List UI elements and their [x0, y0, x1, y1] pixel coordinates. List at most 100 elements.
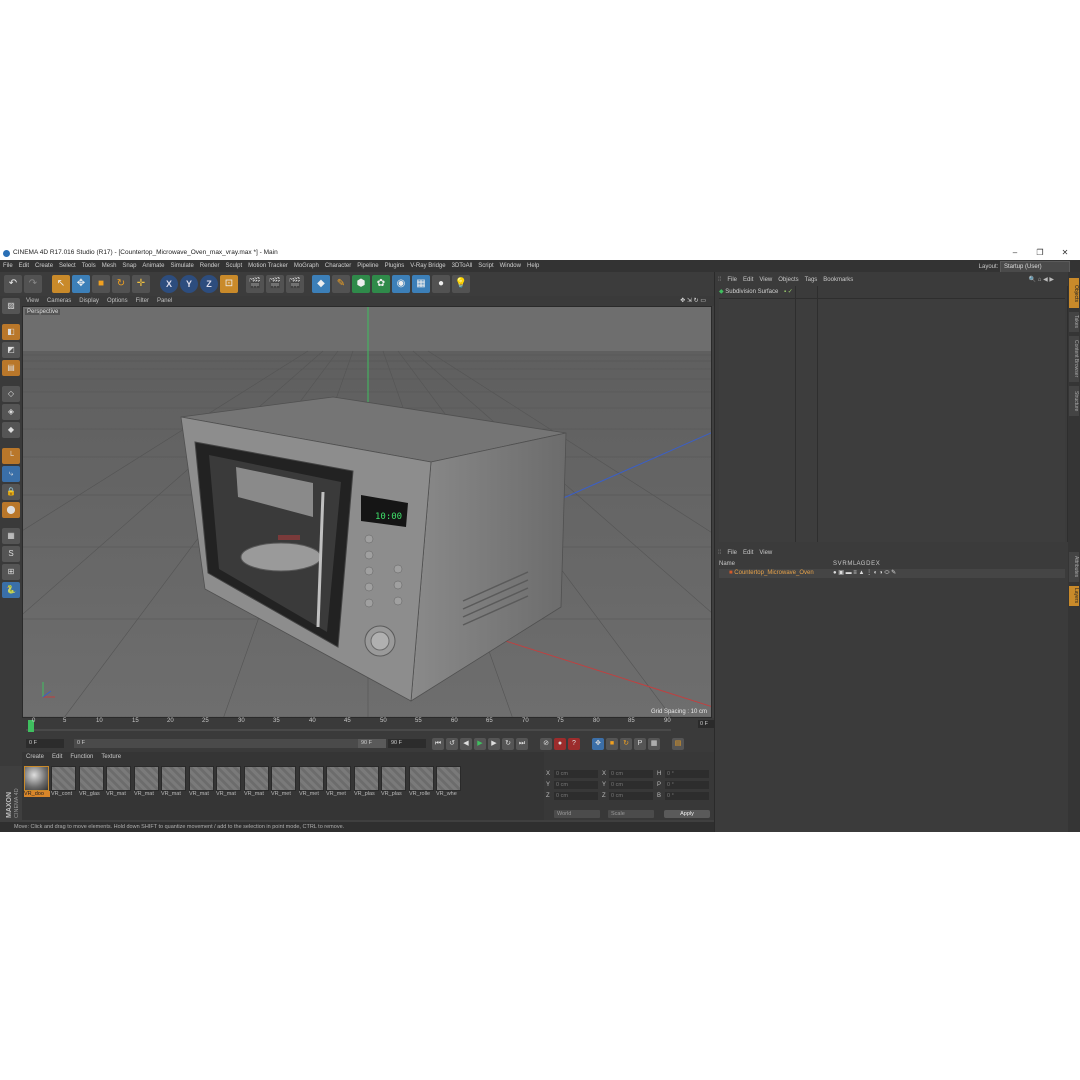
- object-row-subdivision-surface[interactable]: ◆ Subdivision Surface ▪ ✓: [719, 288, 1065, 297]
- om-menu-objects[interactable]: Objects: [775, 275, 801, 285]
- floor-icon[interactable]: ▦: [412, 275, 430, 293]
- om-menu-tags[interactable]: Tags: [802, 275, 821, 285]
- material-swatch[interactable]: VR_mat: [244, 766, 269, 800]
- texture-mode-icon[interactable]: ◩: [2, 342, 20, 358]
- menu-help[interactable]: Help: [524, 260, 542, 272]
- size-y-field[interactable]: 0 cm: [609, 781, 653, 789]
- visibility-check-icon[interactable]: ▪ ✓: [784, 289, 793, 295]
- key-scale-icon[interactable]: ■: [606, 738, 618, 750]
- menu-animate[interactable]: Animate: [139, 260, 167, 272]
- material-swatch[interactable]: VR_whe: [436, 766, 461, 800]
- start-frame-field[interactable]: 0 F: [26, 739, 64, 748]
- scale-tool-icon[interactable]: ■: [92, 275, 110, 293]
- sculpt-icon[interactable]: ▦: [2, 528, 20, 544]
- material-swatch[interactable]: VR_mat: [134, 766, 159, 800]
- key-parameter-icon[interactable]: P: [634, 738, 646, 750]
- material-menu-function[interactable]: Function: [66, 752, 97, 762]
- material-swatch[interactable]: VR_plas: [381, 766, 406, 800]
- camera-label[interactable]: Perspective: [25, 309, 61, 315]
- material-swatch[interactable]: VR_mat: [106, 766, 131, 800]
- menu-render[interactable]: Render: [197, 260, 223, 272]
- om-search-icons[interactable]: 🔍 ⌂ ◀ ▶: [1026, 275, 1057, 285]
- layer-menu-view[interactable]: View: [756, 548, 775, 558]
- layer-flag-icons[interactable]: ● ▣ ▬ ≡ ▲ ⋮ ◐ ◑ ⬭ ✎: [833, 569, 896, 578]
- tweak-mode-icon[interactable]: ⤷: [2, 466, 20, 482]
- x-axis-lock-button[interactable]: X: [160, 275, 178, 293]
- cube-primitive-icon[interactable]: ◆: [312, 275, 330, 293]
- layer-menu-file[interactable]: File: [724, 548, 740, 558]
- camera-icon[interactable]: ●: [432, 275, 450, 293]
- previous-frame-icon[interactable]: ◀: [460, 738, 472, 750]
- play-icon[interactable]: ▶: [474, 738, 486, 750]
- layer-menu-edit[interactable]: Edit: [740, 548, 756, 558]
- z-axis-lock-button[interactable]: Z: [200, 275, 218, 293]
- workplane-icon[interactable]: ▤: [2, 360, 20, 376]
- menu-snap[interactable]: Snap: [119, 260, 139, 272]
- viewport-menu-filter[interactable]: Filter: [132, 296, 153, 306]
- tab-takes[interactable]: Takes: [1069, 312, 1079, 332]
- material-swatch[interactable]: VR_met: [299, 766, 324, 800]
- viewport-menu-options[interactable]: Options: [103, 296, 132, 306]
- menu-edit[interactable]: Edit: [16, 260, 32, 272]
- position-x-field[interactable]: 0 cm: [554, 770, 598, 778]
- menu-tools[interactable]: Tools: [79, 260, 99, 272]
- menu-create[interactable]: Create: [32, 260, 56, 272]
- rotation-b-field[interactable]: 0 °: [665, 792, 709, 800]
- menu-plugins[interactable]: Plugins: [382, 260, 408, 272]
- close-button[interactable]: ✕: [1054, 246, 1076, 260]
- menu-pipeline[interactable]: Pipeline: [354, 260, 381, 272]
- viewport-nav-icons[interactable]: ✥ ⇲ ↻ ▭: [676, 296, 710, 306]
- material-menu-create[interactable]: Create: [22, 752, 48, 762]
- key-rotation-icon[interactable]: ↻: [620, 738, 632, 750]
- viewport-menu-display[interactable]: Display: [75, 296, 103, 306]
- preview-min-field[interactable]: 0 F: [74, 739, 386, 748]
- size-mode-dropdown[interactable]: Scale: [608, 810, 654, 818]
- material-swatch[interactable]: VR_glas: [79, 766, 104, 800]
- position-z-field[interactable]: 0 cm: [554, 792, 598, 800]
- live-selection-icon[interactable]: ↖: [52, 275, 70, 293]
- record-keys-icon[interactable]: ⊘: [540, 738, 552, 750]
- go-to-start-icon[interactable]: ⏮: [432, 738, 444, 750]
- material-swatch[interactable]: VR_doo: [24, 766, 50, 800]
- axis-mode-icon[interactable]: └: [2, 448, 20, 464]
- material-swatch[interactable]: VR_mat: [161, 766, 186, 800]
- redo-button[interactable]: ↷: [24, 275, 42, 293]
- om-menu-file[interactable]: File: [724, 275, 740, 285]
- points-mode-icon[interactable]: ◇: [2, 386, 20, 402]
- tab-structure[interactable]: Structure: [1069, 386, 1079, 416]
- coordinate-space-dropdown[interactable]: World: [554, 810, 600, 818]
- rotate-tool-icon[interactable]: ↻: [112, 275, 130, 293]
- om-menu-view[interactable]: View: [756, 275, 775, 285]
- material-swatch[interactable]: VR_cont: [51, 766, 76, 800]
- timeline-window-icon[interactable]: ▤: [672, 738, 684, 750]
- go-to-end-icon[interactable]: ⏭: [516, 738, 528, 750]
- render-picture-viewer-icon[interactable]: 🎬: [266, 275, 284, 293]
- menu-character[interactable]: Character: [322, 260, 354, 272]
- workplane-lock-icon[interactable]: ⊞: [2, 564, 20, 580]
- rotation-h-field[interactable]: 0 °: [665, 770, 709, 778]
- tab-layers[interactable]: Layers: [1069, 586, 1079, 606]
- menu-file[interactable]: File: [0, 260, 16, 272]
- move-tool-icon[interactable]: ✥: [72, 275, 90, 293]
- y-axis-lock-button[interactable]: Y: [180, 275, 198, 293]
- material-menu-edit[interactable]: Edit: [48, 752, 66, 762]
- soft-selection-icon[interactable]: ⬤: [2, 502, 20, 518]
- keyframe-selection-icon[interactable]: ?: [568, 738, 580, 750]
- undo-button[interactable]: ↶: [4, 275, 22, 293]
- previous-key-icon[interactable]: ↺: [446, 738, 458, 750]
- material-swatch[interactable]: VR_met: [271, 766, 296, 800]
- material-swatch[interactable]: VR_rolle: [409, 766, 434, 800]
- size-x-field[interactable]: 0 cm: [609, 770, 653, 778]
- next-key-icon[interactable]: ↻: [502, 738, 514, 750]
- edges-mode-icon[interactable]: ◈: [2, 404, 20, 420]
- om-menu-edit[interactable]: Edit: [740, 275, 756, 285]
- render-settings-icon[interactable]: 🎬: [286, 275, 304, 293]
- menu-select[interactable]: Select: [56, 260, 79, 272]
- key-position-icon[interactable]: ✥: [592, 738, 604, 750]
- end-frame-field[interactable]: 90 F: [388, 739, 426, 748]
- auto-keying-icon[interactable]: ●: [554, 738, 566, 750]
- pen-spline-icon[interactable]: ✎: [332, 275, 350, 293]
- material-swatch[interactable]: VR_met: [326, 766, 351, 800]
- menu-vray-bridge[interactable]: V-Ray Bridge: [407, 260, 448, 272]
- array-generator-icon[interactable]: ✿: [372, 275, 390, 293]
